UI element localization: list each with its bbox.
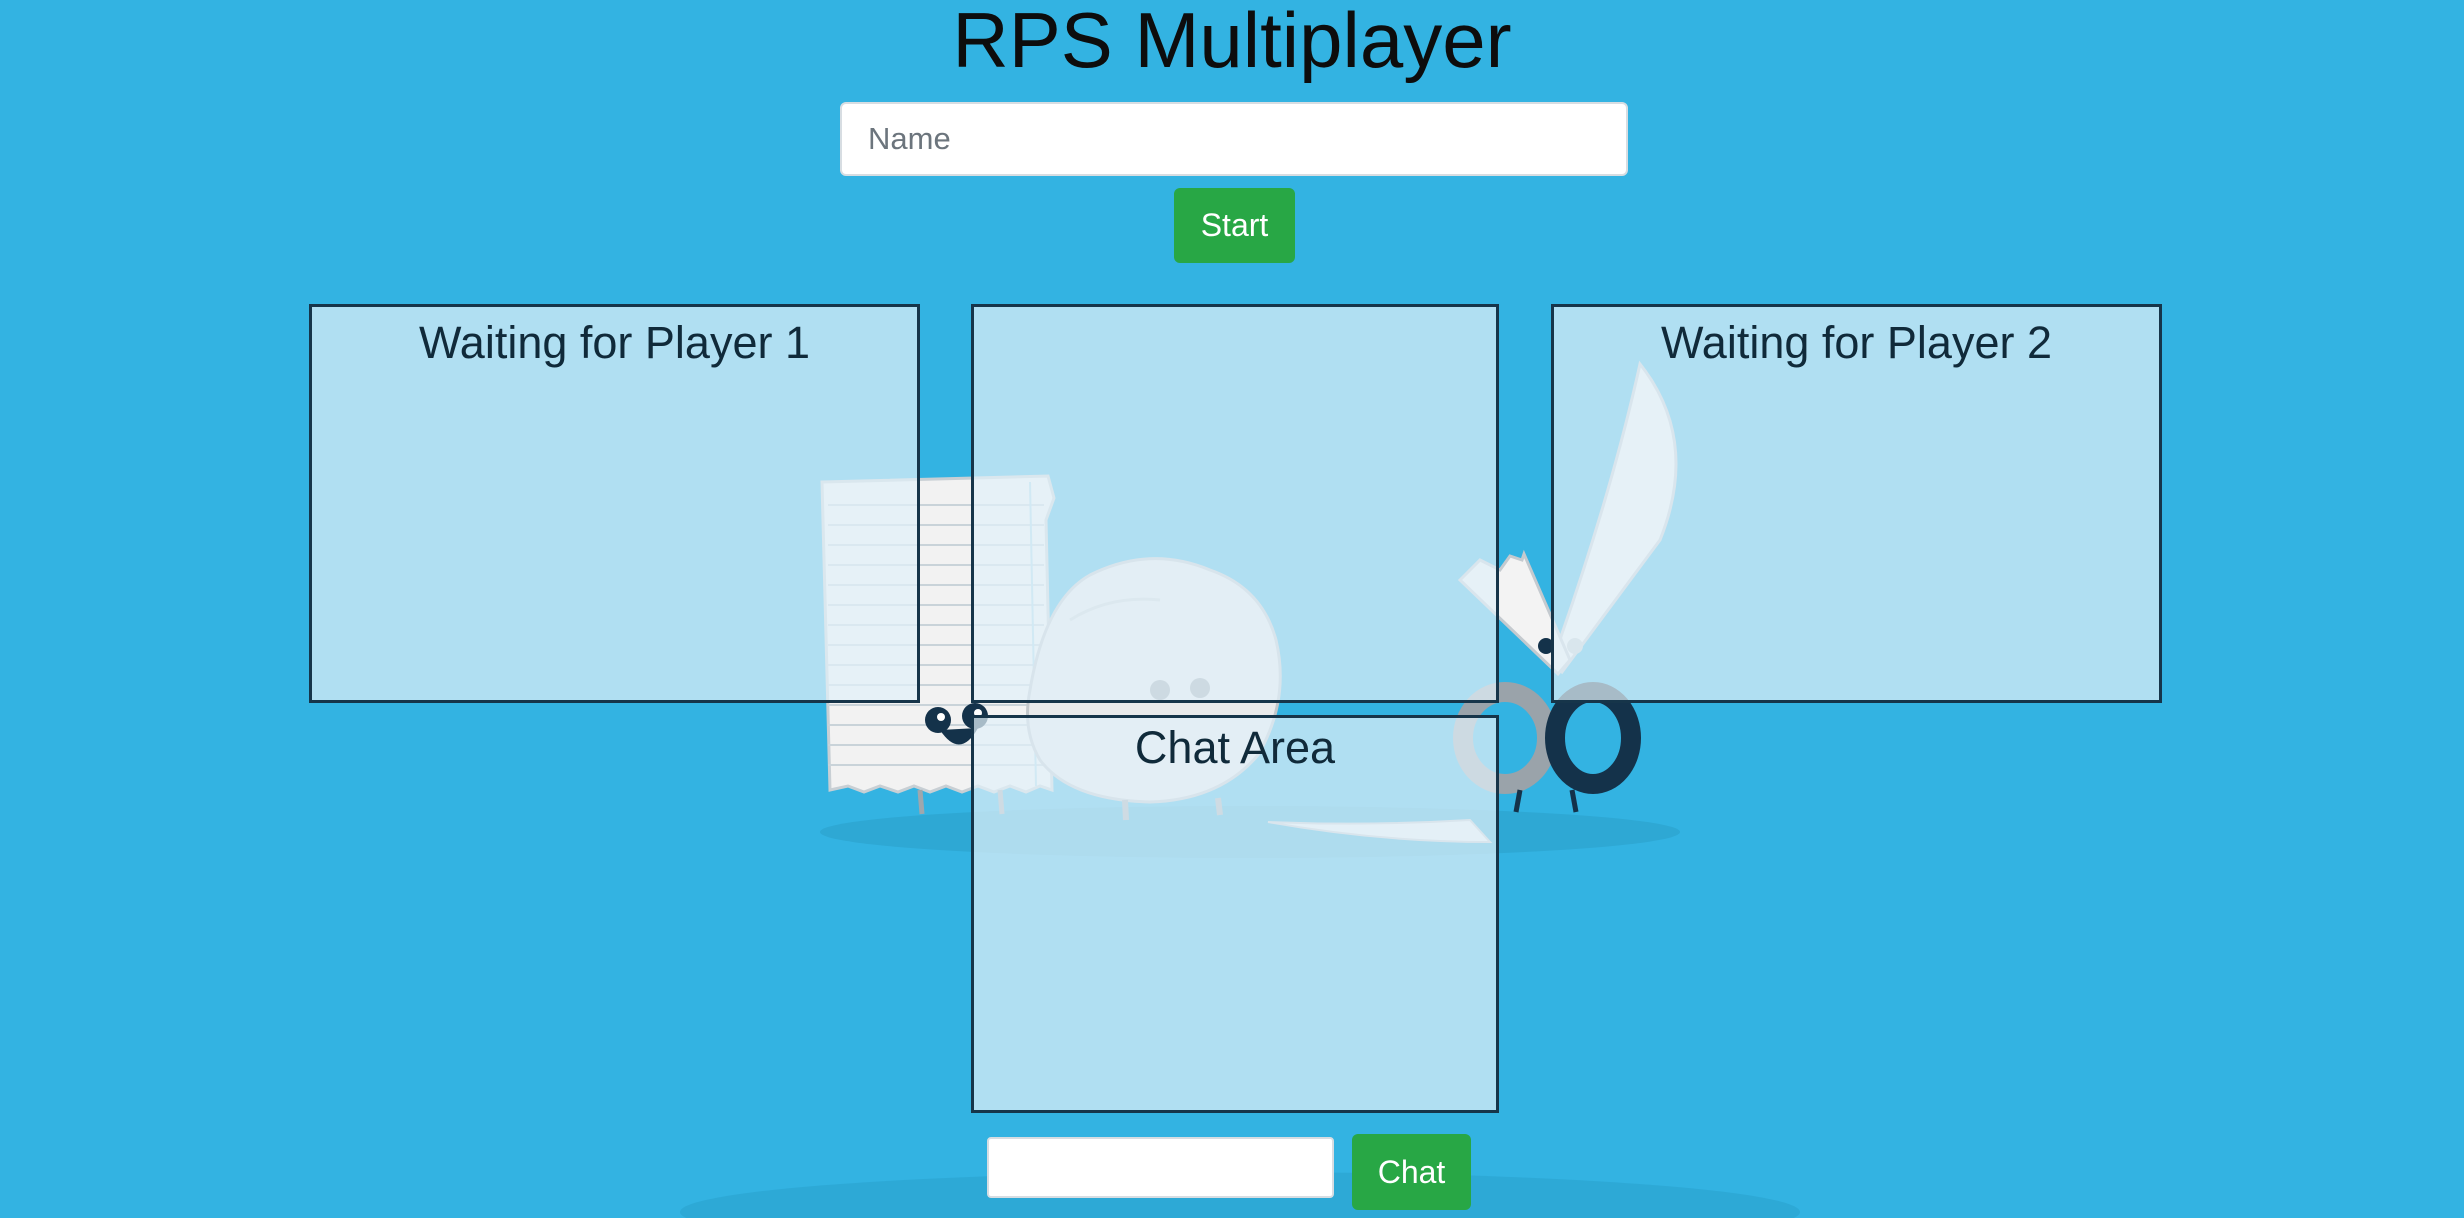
player1-panel: Waiting for Player 1 [309, 304, 920, 703]
game-panel [971, 304, 1499, 703]
player2-status: Waiting for Player 2 [1661, 317, 2052, 368]
chat-input[interactable] [987, 1137, 1334, 1198]
start-button[interactable]: Start [1174, 188, 1295, 263]
name-input[interactable] [840, 102, 1628, 176]
chat-area: Chat Area [971, 715, 1499, 1113]
player2-panel: Waiting for Player 2 [1551, 304, 2162, 703]
page-title: RPS Multiplayer [952, 0, 1512, 84]
app-page: RPS Multiplayer Start Waiting for Player… [0, 0, 2464, 1218]
player1-status: Waiting for Player 1 [419, 317, 810, 368]
chat-area-title: Chat Area [1134, 722, 1336, 773]
chat-send-button[interactable]: Chat [1352, 1134, 1471, 1210]
